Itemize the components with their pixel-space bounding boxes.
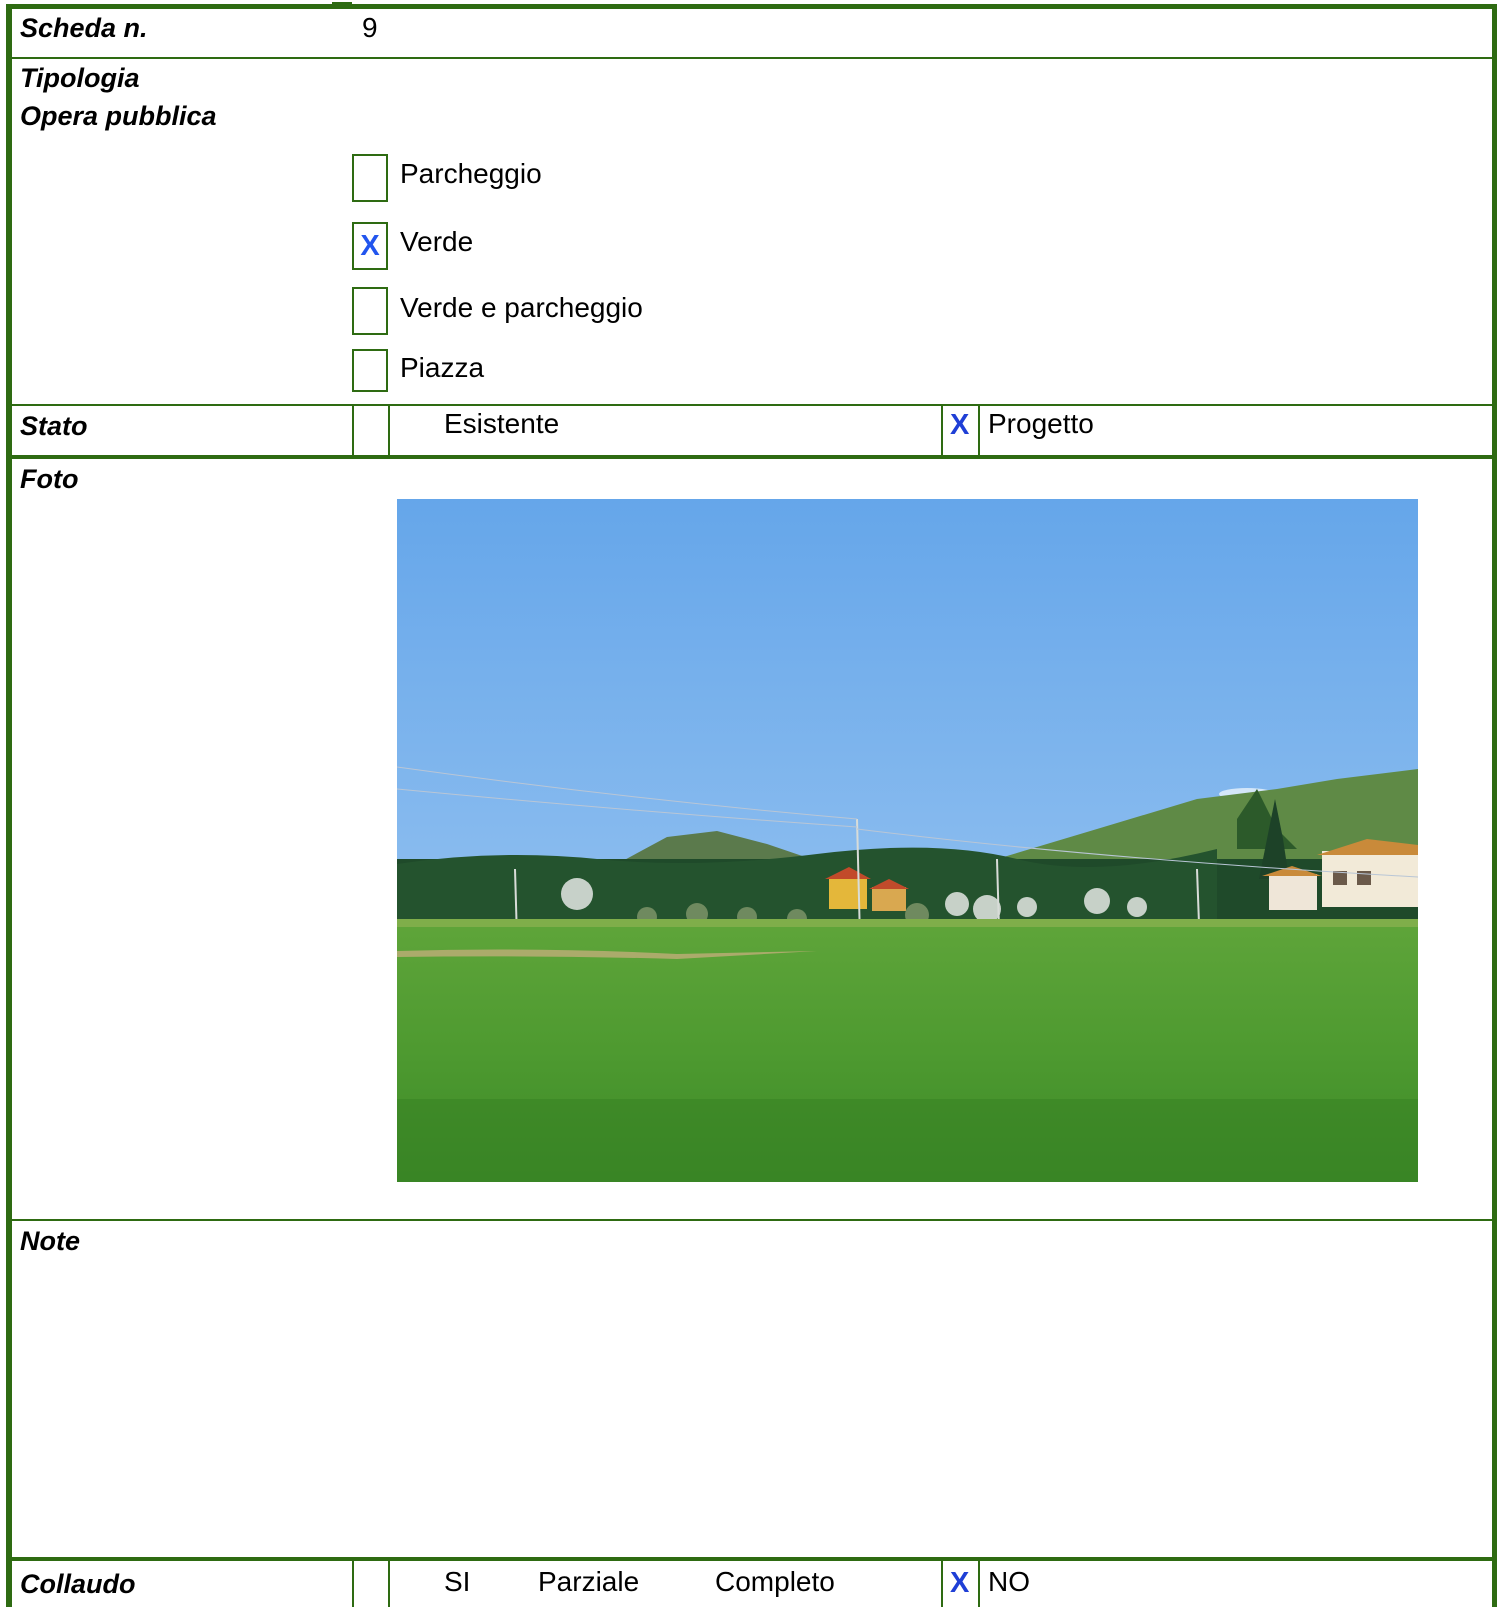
esistente-label: Esistente — [444, 408, 560, 439]
row-divider — [12, 455, 1497, 459]
note-label: Note — [20, 1226, 80, 1256]
checkbox-parcheggio[interactable] — [352, 154, 388, 202]
cell-divider — [388, 1559, 390, 1607]
cell-divider — [352, 404, 354, 456]
collaudo-label: Collaudo — [20, 1569, 136, 1599]
checkbox-mark: X — [360, 230, 380, 262]
frame-accent — [332, 2, 352, 8]
scheda-number: 9 — [362, 12, 378, 43]
option-verde-e-parcheggio-label: Verde e parcheggio — [400, 292, 643, 323]
scheda-label: Scheda n. — [20, 13, 148, 43]
parziale-label: Parziale — [538, 1566, 640, 1597]
checkbox-verde[interactable]: X — [352, 222, 388, 270]
option-verde-label: Verde — [400, 226, 474, 257]
row-divider — [12, 1557, 1497, 1561]
progetto-label: Progetto — [988, 408, 1094, 439]
cell-divider — [352, 1559, 354, 1607]
row-divider — [12, 57, 1497, 59]
cell-divider — [978, 1559, 980, 1607]
opera-pubblica-label: Opera pubblica — [20, 101, 217, 131]
tipologia-label: Tipologia — [20, 63, 140, 93]
checkbox-verde-e-parcheggio[interactable] — [352, 287, 388, 335]
cell-divider — [941, 1559, 943, 1607]
row-divider — [12, 404, 1497, 406]
si-label: SI — [444, 1566, 471, 1597]
foto-label: Foto — [20, 464, 79, 494]
cell-divider — [388, 404, 390, 456]
stato-label: Stato — [20, 411, 88, 441]
cell-divider — [978, 404, 980, 456]
option-piazza-label: Piazza — [400, 352, 485, 383]
progetto-checkbox[interactable]: X — [950, 409, 969, 441]
checkbox-piazza[interactable] — [352, 349, 388, 392]
cell-divider — [941, 404, 943, 456]
site-photo — [397, 499, 1418, 1182]
no-checkbox[interactable]: X — [950, 1567, 969, 1599]
completo-label: Completo — [715, 1566, 835, 1597]
option-parcheggio-label: Parcheggio — [400, 158, 542, 189]
row-divider — [12, 1219, 1497, 1221]
no-label: NO — [988, 1566, 1030, 1597]
